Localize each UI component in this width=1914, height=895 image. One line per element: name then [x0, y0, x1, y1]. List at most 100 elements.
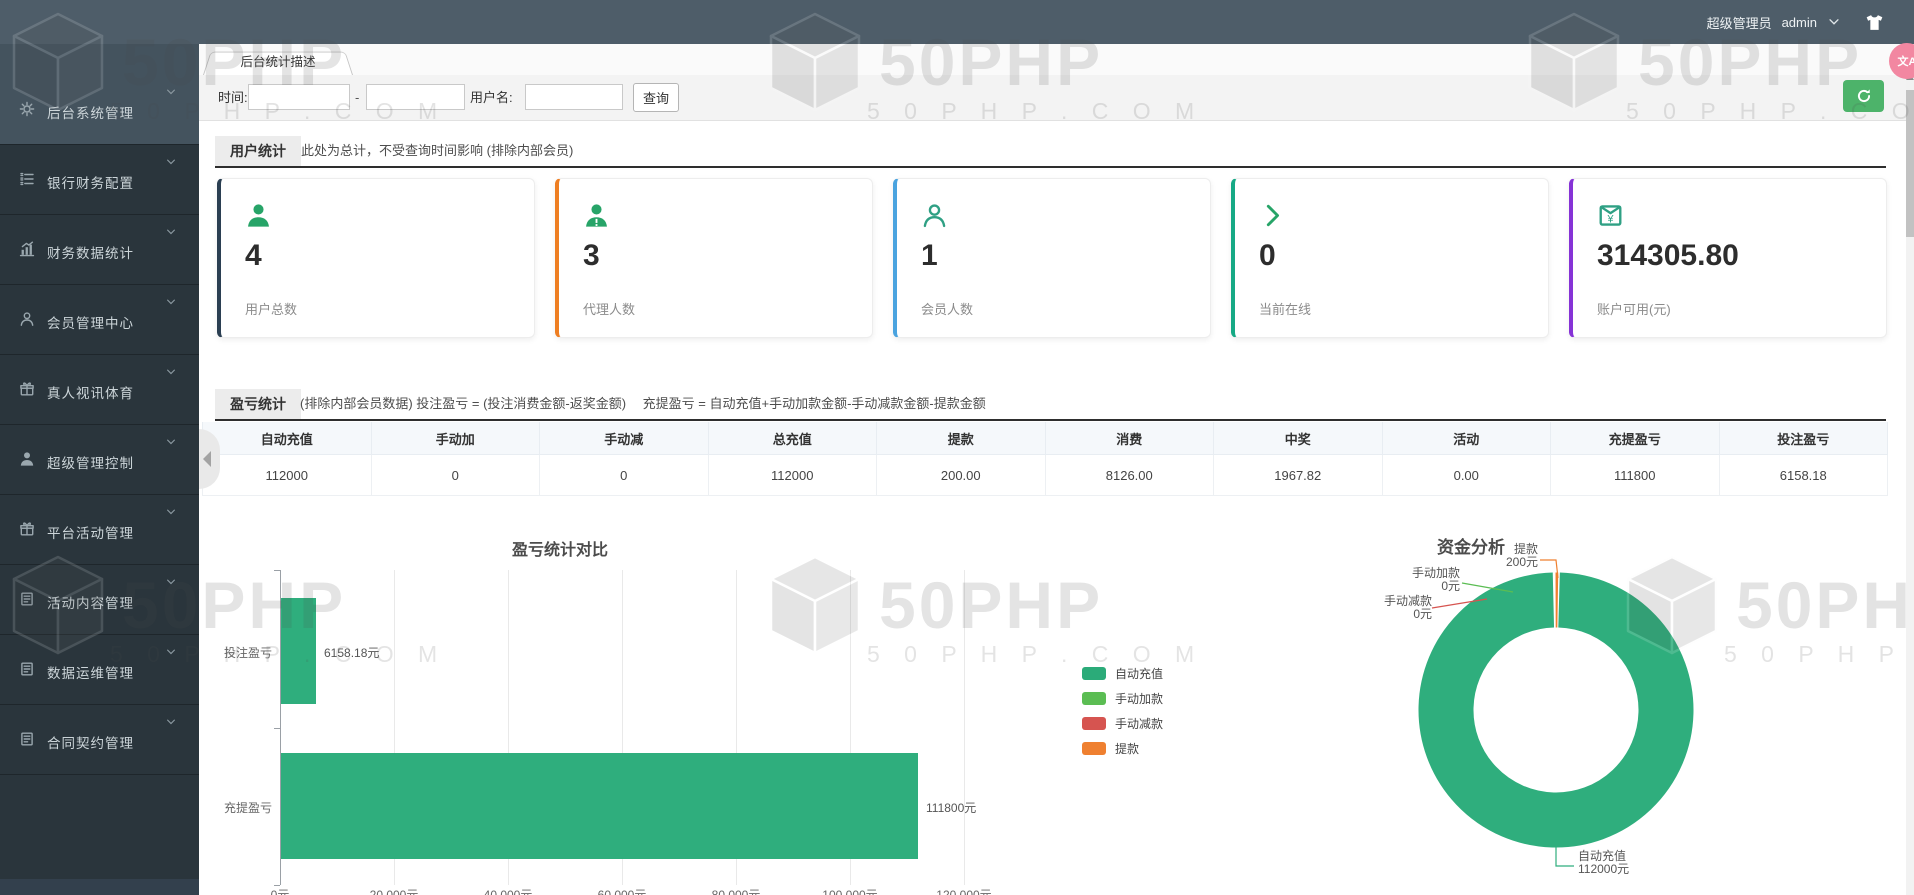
callout-value: 0元 — [1332, 608, 1432, 621]
sidebar-item-8[interactable]: 活动内容管理 — [0, 564, 199, 635]
table-cell: 0 — [371, 455, 540, 496]
sidebar-item-3[interactable]: 财务数据统计 — [0, 214, 199, 285]
sidebar-item-7[interactable]: 平台活动管理 — [0, 494, 199, 565]
tab-bar: 后台统计描述 — [199, 44, 1914, 76]
sidebar-item-9[interactable]: 数据运维管理 — [0, 634, 199, 705]
chevron-down-icon — [1827, 15, 1841, 29]
bar-2 — [281, 753, 918, 859]
callout-value: 112000元 — [1578, 863, 1629, 876]
table-cell: 8126.00 — [1045, 455, 1214, 496]
stat-card-1: 4 用户总数 — [217, 178, 535, 338]
sidebar-item-label: 平台活动管理 — [47, 522, 134, 542]
legend-swatch — [1082, 667, 1106, 680]
time-from-input[interactable] — [248, 84, 350, 110]
table-header-cell: 手动加 — [371, 422, 540, 455]
table-header-cell: 自动充值 — [203, 422, 372, 455]
tab-label: 后台统计描述 — [203, 49, 353, 75]
watermark-text: 50PHP — [1736, 555, 1914, 655]
bar-category-label: 投注盈亏 — [190, 644, 272, 661]
range-separator: - — [355, 75, 359, 120]
stat-value: 1 — [921, 239, 938, 273]
chevron-down-icon — [165, 646, 177, 658]
svg-text:¥: ¥ — [1606, 214, 1614, 226]
watermark-text: 50PHP — [879, 555, 1103, 655]
axis-tick — [274, 885, 280, 886]
user-solid-icon — [245, 202, 273, 230]
top-header: 超级管理员 admin — [0, 0, 1914, 44]
user-stats-section-head: 用户统计 此处为总计，不受查询时间影响 (排除内部会员) — [215, 136, 1886, 168]
username-input[interactable] — [525, 84, 623, 110]
table-row: 11200000112000200.008126.001967.820.0011… — [203, 455, 1888, 496]
scrollbar-thumb[interactable] — [1906, 90, 1914, 237]
callout-line-auto — [1556, 846, 1574, 866]
table-header-cell: 投注盈亏 — [1719, 422, 1888, 455]
table-header-cell: 中奖 — [1214, 422, 1383, 455]
table-cell: 1967.82 — [1214, 455, 1383, 496]
bar-category-label: 充提盈亏 — [190, 799, 272, 816]
watermark-cube-icon — [767, 555, 863, 655]
gift-icon — [19, 521, 35, 537]
table-header-cell: 总充值 — [708, 422, 877, 455]
section-title-chip: 用户统计 — [215, 136, 301, 166]
legend-label: 手动减款 — [1115, 715, 1163, 732]
table-header-cell: 消费 — [1045, 422, 1214, 455]
legend-item[interactable]: 自动充值 — [1082, 666, 1163, 681]
user-outline-icon — [19, 311, 35, 327]
sidebar-item-2[interactable]: 银行财务配置 — [0, 144, 199, 215]
chevron-down-icon — [165, 296, 177, 308]
scrollbar[interactable] — [1906, 44, 1914, 895]
user-solid-icon — [19, 451, 35, 467]
legend-item[interactable]: 提款 — [1082, 741, 1139, 756]
tab-dashboard[interactable]: 后台统计描述 — [203, 49, 353, 75]
stat-value: 4 — [245, 239, 262, 273]
time-to-input[interactable] — [366, 84, 465, 110]
sidebar-item-4[interactable]: 会员管理中心 — [0, 284, 199, 355]
gift-icon — [19, 381, 35, 397]
legend-item[interactable]: 手动减款 — [1082, 716, 1163, 731]
table-header-cell: 活动 — [1382, 422, 1551, 455]
role-label: 超级管理员 — [1707, 13, 1772, 32]
stat-value: 0 — [1259, 239, 1276, 273]
legend-label: 自动充值 — [1115, 665, 1163, 682]
stat-card-2: 3 代理人数 — [555, 178, 873, 338]
sidebar-item-label: 真人视讯体育 — [47, 382, 134, 402]
query-button[interactable]: 查询 — [633, 83, 679, 112]
username-label: 用户名: — [470, 75, 513, 120]
stat-card-3: 1会员人数 — [893, 178, 1211, 338]
stat-card-4: 0当前在线 — [1231, 178, 1549, 338]
legend-label: 手动加款 — [1115, 690, 1163, 707]
tshirt-icon[interactable] — [1865, 13, 1884, 32]
doc-icon — [19, 591, 35, 607]
doc-icon — [19, 731, 35, 747]
axis-tick — [274, 570, 280, 571]
chevron-down-icon — [165, 156, 177, 168]
legend-item[interactable]: 手动加款 — [1082, 691, 1163, 706]
time-label: 时间: — [218, 75, 248, 120]
x-axis-label: 0元 — [271, 886, 290, 895]
chevron-down-icon — [165, 436, 177, 448]
stat-value: 314305.80 — [1597, 239, 1739, 273]
user-menu[interactable]: 超级管理员 admin — [1707, 0, 1884, 44]
table-cell: 111800 — [1551, 455, 1720, 496]
sidebar-item-6[interactable]: 超级管理控制 — [0, 424, 199, 495]
profit-table: 自动充值手动加手动减总充值提款消费中奖活动充提盈亏投注盈亏11200000112… — [202, 422, 1888, 496]
legend-swatch — [1082, 692, 1106, 705]
refresh-button[interactable] — [1843, 80, 1884, 112]
stat-value: 3 — [583, 239, 600, 273]
bar-value-label: 111800元 — [926, 799, 976, 816]
gear-icon — [19, 101, 35, 117]
gridline — [964, 570, 965, 885]
bar-value-label: 6158.18元 — [324, 644, 379, 661]
watermark-subtext: 5 0 P H P . C O M — [867, 641, 1203, 668]
bar-chart-icon — [19, 241, 35, 257]
x-axis-label: 80,000元 — [712, 886, 761, 895]
table-cell: 112000 — [203, 455, 372, 496]
stat-label: 用户总数 — [245, 299, 297, 318]
admin-dashboard: 超级管理员 admin 后台系统管理银行财务配置财务数据统计会员管理中心真人视讯… — [0, 0, 1914, 895]
sidebar-item-5[interactable]: 真人视讯体育 — [0, 354, 199, 425]
sidebar-item-10[interactable]: 合同契约管理 — [0, 704, 199, 775]
sidebar-item-1[interactable]: 后台系统管理 — [0, 74, 199, 145]
stat-label: 代理人数 — [583, 299, 635, 318]
chevron-right-icon — [1259, 202, 1287, 230]
sidebar-item-label: 会员管理中心 — [47, 312, 134, 332]
